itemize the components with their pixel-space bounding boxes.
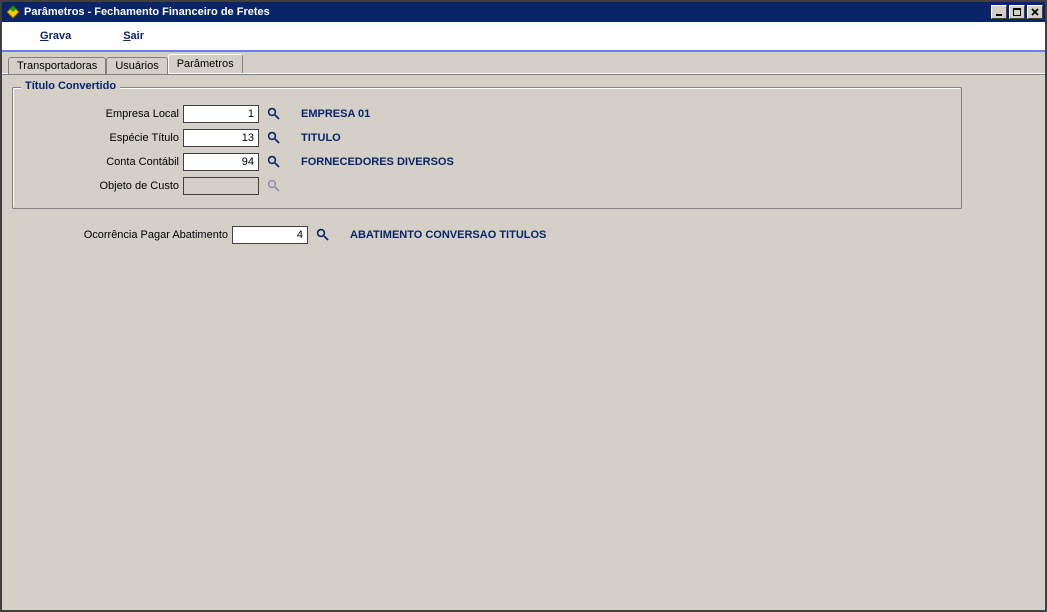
- label-empresa-local: Empresa Local: [23, 108, 183, 120]
- app-window: Parâmetros - Fechamento Financeiro de Fr…: [0, 0, 1047, 612]
- label-especie-titulo: Espécie Título: [23, 132, 183, 144]
- row-objeto-custo: Objeto de Custo: [23, 174, 951, 198]
- row-ocorrencia-pagar-abatimento: Ocorrência Pagar Abatimento ABATIMENTO C…: [12, 223, 1035, 247]
- groupbox-legend: Título Convertido: [21, 80, 120, 92]
- row-especie-titulo: Espécie Título TITULO: [23, 126, 951, 150]
- tab-transportadoras[interactable]: Transportadoras: [8, 57, 106, 74]
- lookup-especie-titulo-icon[interactable]: [265, 129, 283, 147]
- desc-conta-contabil: FORNECEDORES DIVERSOS: [301, 156, 454, 168]
- lookup-empresa-local-icon[interactable]: [265, 105, 283, 123]
- input-objeto-custo: [183, 177, 259, 195]
- tabstrip: Transportadoras Usuários Parâmetros: [2, 52, 1045, 74]
- menu-sair[interactable]: Sair: [97, 30, 170, 42]
- window-controls: [989, 5, 1043, 19]
- lookup-ocorrencia-icon[interactable]: [314, 226, 332, 244]
- lookup-objeto-custo-icon: [265, 177, 283, 195]
- desc-especie-titulo: TITULO: [301, 132, 341, 144]
- close-button[interactable]: [1027, 5, 1043, 19]
- input-conta-contabil[interactable]: [183, 153, 259, 171]
- tab-parametros[interactable]: Parâmetros: [168, 54, 243, 73]
- desc-ocorrencia: ABATIMENTO CONVERSAO TITULOS: [350, 229, 546, 241]
- input-empresa-local[interactable]: [183, 105, 259, 123]
- window-title: Parâmetros - Fechamento Financeiro de Fr…: [24, 6, 989, 18]
- menu-grava-rest: rava: [49, 30, 72, 42]
- menu-sair-hotkey: S: [123, 30, 130, 42]
- menu-sair-rest: air: [131, 30, 144, 42]
- label-conta-contabil: Conta Contábil: [23, 156, 183, 168]
- groupbox-titulo-convertido: Título Convertido Empresa Local EMPRESA …: [12, 87, 962, 209]
- row-empresa-local: Empresa Local EMPRESA 01: [23, 102, 951, 126]
- menubar: Grava Sair: [2, 22, 1045, 52]
- label-objeto-custo: Objeto de Custo: [23, 180, 183, 192]
- label-ocorrencia: Ocorrência Pagar Abatimento: [12, 229, 232, 241]
- titlebar: Parâmetros - Fechamento Financeiro de Fr…: [2, 2, 1045, 22]
- minimize-button[interactable]: [991, 5, 1007, 19]
- tab-panel-parametros: Título Convertido Empresa Local EMPRESA …: [2, 74, 1045, 610]
- menu-grava-hotkey: G: [40, 30, 49, 42]
- row-conta-contabil: Conta Contábil FORNECEDORES DIVERSOS: [23, 150, 951, 174]
- app-icon: [6, 5, 20, 19]
- lookup-conta-contabil-icon[interactable]: [265, 153, 283, 171]
- tab-usuarios[interactable]: Usuários: [106, 57, 167, 74]
- menu-grava[interactable]: Grava: [14, 30, 97, 42]
- maximize-button[interactable]: [1009, 5, 1025, 19]
- desc-empresa-local: EMPRESA 01: [301, 108, 370, 120]
- input-ocorrencia[interactable]: [232, 226, 308, 244]
- input-especie-titulo[interactable]: [183, 129, 259, 147]
